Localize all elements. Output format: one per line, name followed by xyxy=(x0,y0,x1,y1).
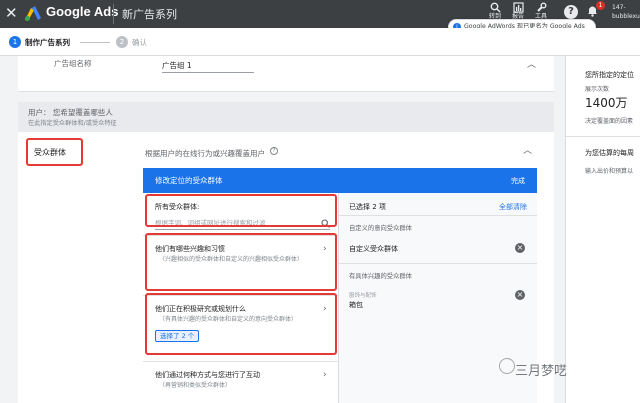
weekly-estimate-title: 为您估算的每周 xyxy=(585,149,634,157)
divider xyxy=(566,136,640,137)
stepper: 1 制作广告系列 2 确认 xyxy=(0,28,640,56)
category-title: 他们通过何种方式与您进行了互动 xyxy=(155,371,260,379)
remove-icon[interactable]: × xyxy=(515,243,525,253)
audience-browse-panel: 所有受众群体: 他们有哪些兴趣和习惯 （兴趣相似的受众群体和自定义的兴趣相似受众… xyxy=(143,193,339,403)
highlight-box xyxy=(145,293,337,355)
divider xyxy=(113,4,114,24)
reach-factors-note: 决定覆盖面的因素 xyxy=(585,118,634,125)
watermark: 三月梦呓 xyxy=(515,364,568,379)
selected-item-category: 服饰与配饰 xyxy=(349,293,377,299)
google-ads-logo xyxy=(25,6,41,21)
impressions-value: 1400万 xyxy=(585,96,628,110)
step-2-number: 2 xyxy=(116,36,128,48)
audience-description: 根据用户的在线行为或兴趣覆盖用户 xyxy=(145,149,265,158)
adgroup-name-underline xyxy=(162,72,254,73)
step-2-label[interactable]: 确认 xyxy=(132,37,147,48)
chevron-up-icon[interactable]: ︿ xyxy=(527,60,536,70)
selected-section-title: 有具体兴趣的受众群体 xyxy=(349,273,412,280)
adgroup-name-label: 广告组名称 xyxy=(54,59,92,68)
wrench-icon xyxy=(536,2,546,12)
clear-all-button[interactable]: 全部清除 xyxy=(499,202,527,212)
step-1-label[interactable]: 制作广告系列 xyxy=(25,37,70,48)
account-id: 147- xyxy=(612,4,626,11)
notification-badge: 1 xyxy=(596,1,605,10)
category-subtitle: （再营销和类似受众群体） xyxy=(159,382,232,389)
impressions-label: 展示次数 xyxy=(585,86,610,93)
weekly-estimate-note: 输入出价和预算以 xyxy=(585,168,634,175)
chevron-up-icon[interactable]: ︿ xyxy=(523,146,532,156)
report-icon xyxy=(512,2,524,13)
selected-section-title: 自定义的意向受众群体 xyxy=(349,225,412,232)
step-1-number: 1 xyxy=(9,36,21,48)
users-section-subtitle: 在此指定受众群体和/或受众特征 xyxy=(28,120,117,127)
step-connector xyxy=(80,42,110,43)
wechat-icon xyxy=(499,358,515,374)
right-summary-panel: 您所指定的定位 展示次数 1400万 决定覆盖面的因素 为您估算的每周 输入出价… xyxy=(565,56,640,403)
adgroup-name-value[interactable]: 广告组 1 xyxy=(162,60,192,71)
selected-section-in-market: 有具体兴趣的受众群体 服饰与配饰 箱包 × xyxy=(339,263,537,333)
account-info[interactable]: 147- bubblexu xyxy=(612,3,640,21)
account-name: bubblexu xyxy=(612,13,640,20)
help-icon[interactable]: ? xyxy=(270,147,278,155)
highlight-box xyxy=(145,194,337,227)
chevron-right-icon: › xyxy=(323,370,327,380)
audience-editor-header: 修改定位的受众群体 完成 xyxy=(143,168,537,193)
campaign-title: 新广告系列 xyxy=(122,8,177,21)
users-section-header: 用户： 您希望覆盖哪些人 在此指定受众群体和/或受众特征 xyxy=(18,102,554,132)
highlight-box xyxy=(145,233,337,291)
selected-item: 箱包 xyxy=(349,301,363,309)
audience-card: 受众群体 根据用户的在线行为或兴趣覆盖用户 ? ︿ 修改定位的受众群体 完成 所… xyxy=(18,132,554,403)
done-button[interactable]: 完成 xyxy=(511,176,525,186)
search-icon xyxy=(490,2,500,13)
audience-editor-title: 修改定位的受众群体 xyxy=(155,176,223,185)
summary-title: 您所指定的定位 xyxy=(585,71,634,79)
adgroup-name-card: 广告组名称 广告组 1 ︿ xyxy=(18,56,554,92)
close-icon[interactable]: ✕ xyxy=(5,5,18,21)
category-remarketing[interactable]: 他们通过何种方式与您进行了互动 （再营销和类似受众群体） › xyxy=(143,361,339,403)
brand-name: Google Ads xyxy=(46,4,119,19)
highlight-box xyxy=(26,138,83,166)
selected-item: 自定义受众群体 xyxy=(349,245,398,253)
selected-section-custom-intent: 自定义的意向受众群体 自定义受众群体 × xyxy=(339,215,537,263)
help-icon[interactable]: ? xyxy=(564,5,578,19)
main-content: 广告组名称 广告组 1 ︿ 用户： 您希望覆盖哪些人 在此指定受众群体和/或受众… xyxy=(0,56,565,403)
remove-icon[interactable]: × xyxy=(515,290,525,300)
selected-count: 已选择 2 项 xyxy=(349,203,386,211)
users-section-title: 用户： 您希望覆盖哪些人 xyxy=(28,108,113,117)
